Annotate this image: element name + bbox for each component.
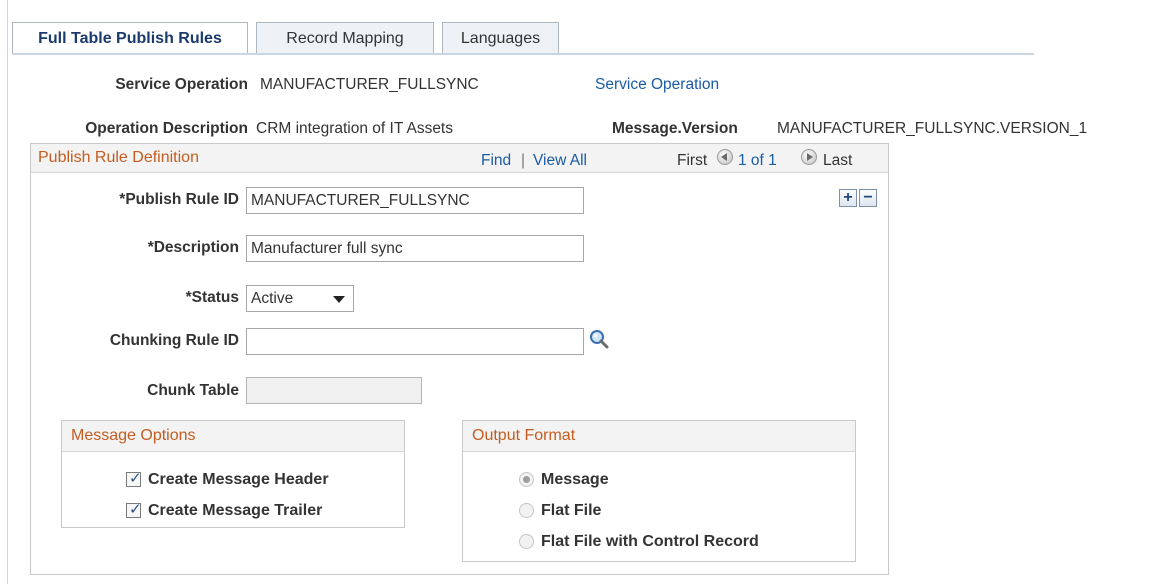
publish-rule-definition-header: Publish Rule Definition Find | View All …	[31, 144, 888, 173]
chunk-table-label: Chunk Table	[147, 382, 239, 399]
message-options-box: Message Options ✓ Create Message Header …	[61, 420, 405, 528]
chunking-rule-id-input[interactable]	[246, 328, 584, 355]
create-message-header-label: Create Message Header	[148, 471, 329, 488]
service-operation-link[interactable]: Service Operation	[595, 76, 719, 94]
last-label[interactable]: Last	[823, 152, 852, 170]
tab-record-mapping[interactable]: Record Mapping	[256, 22, 434, 53]
message-options-title: Message Options	[71, 427, 196, 444]
add-row-button[interactable]: +	[839, 189, 857, 207]
page-left-border	[7, 0, 8, 584]
page-info: 1 of 1	[738, 152, 777, 169]
tab-underline	[12, 53, 1034, 55]
publish-rule-id-input[interactable]: MANUFACTURER_FULLSYNC	[246, 187, 584, 214]
create-message-header-checkbox[interactable]: ✓	[126, 470, 142, 487]
checkmark-icon: ✓	[129, 501, 142, 518]
output-format-box: Output Format Message Flat File Flat Fil…	[462, 420, 856, 562]
chunking-rule-id-label: Chunking Rule ID	[109, 332, 239, 349]
publish-rule-definition-title: Publish Rule Definition	[38, 149, 199, 166]
next-arrow-icon[interactable]	[801, 149, 817, 165]
view-all-link[interactable]: View All	[533, 152, 587, 170]
service-operation-label: Service Operation	[115, 76, 248, 93]
tab-languages[interactable]: Languages	[442, 22, 559, 53]
output-format-header: Output Format	[463, 421, 855, 452]
status-label: *Status	[185, 289, 239, 306]
radio-flat-file-label: Flat File	[541, 502, 602, 519]
tab-full-table-publish-rules[interactable]: Full Table Publish Rules	[12, 22, 248, 55]
output-format-title: Output Format	[472, 427, 576, 444]
publish-rule-definition-group: Publish Rule Definition Find | View All …	[30, 143, 889, 575]
magnifier-icon[interactable]	[588, 328, 610, 350]
first-label[interactable]: First	[677, 152, 707, 170]
status-selected-value: Active	[251, 290, 294, 307]
radio-message-label: Message	[541, 471, 609, 488]
description-input[interactable]: Manufacturer full sync	[246, 235, 584, 262]
chunk-table-input	[246, 377, 422, 404]
find-link[interactable]: Find	[481, 152, 511, 170]
radio-flat-file[interactable]	[519, 503, 534, 518]
chevron-down-icon	[333, 296, 345, 303]
remove-row-button[interactable]: −	[859, 189, 877, 207]
description-label: *Description	[147, 239, 239, 256]
message-version-label: Message.Version	[612, 120, 738, 137]
create-message-trailer-label: Create Message Trailer	[148, 502, 323, 519]
radio-flat-file-control-record[interactable]	[519, 534, 534, 549]
radio-message[interactable]	[519, 472, 534, 487]
message-version-value: MANUFACTURER_FULLSYNC.VERSION_1	[777, 120, 1088, 137]
radio-flat-file-control-record-label: Flat File with Control Record	[541, 533, 759, 550]
create-message-trailer-checkbox[interactable]: ✓	[126, 501, 142, 518]
service-operation-value: MANUFACTURER_FULLSYNC	[260, 76, 479, 93]
status-select[interactable]: Active	[246, 285, 354, 312]
publish-rule-id-label: *Publish Rule ID	[119, 191, 239, 208]
message-options-header: Message Options	[62, 421, 404, 452]
nav-separator: |	[521, 152, 526, 169]
operation-description-label: Operation Description	[85, 120, 248, 137]
previous-arrow-icon[interactable]	[717, 149, 733, 165]
operation-description-value: CRM integration of IT Assets	[256, 120, 453, 137]
checkmark-icon: ✓	[129, 470, 142, 487]
